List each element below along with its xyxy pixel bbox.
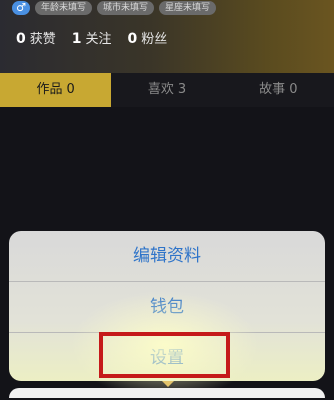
tab-works[interactable]: 作品 0 <box>0 73 112 107</box>
profile-header: ♂ 年龄未填写 城市未填写 星座未填写 0 获赞 1 关注 0 粉丝 <box>0 0 334 73</box>
stat-following-count: 1 <box>71 31 82 47</box>
profile-stats: 0 获赞 1 关注 0 粉丝 <box>16 28 167 47</box>
action-sheet: 编辑资料 钱包 设置 <box>9 231 325 381</box>
stat-followers-label: 粉丝 <box>141 32 168 47</box>
wallet-button[interactable]: 钱包 <box>9 282 325 332</box>
tab-likes-label: 喜欢 <box>147 82 174 97</box>
tab-likes[interactable]: 喜欢 3 <box>111 73 222 107</box>
tag-constellation[interactable]: 星座未填写 <box>159 1 217 15</box>
tab-works-count: 0 <box>66 82 75 97</box>
settings-button[interactable]: 设置 <box>9 333 325 381</box>
tag-age[interactable]: 年龄未填写 <box>35 1 93 15</box>
stat-likes-label: 获赞 <box>29 32 56 47</box>
tab-works-label: 作品 <box>36 82 63 97</box>
stat-followers-count: 0 <box>127 31 138 47</box>
stat-followers[interactable]: 0 粉丝 <box>128 28 168 47</box>
stat-following[interactable]: 1 关注 <box>72 28 112 47</box>
pointer-notch <box>162 381 174 387</box>
cancel-button[interactable] <box>9 388 325 398</box>
edit-profile-button[interactable]: 编辑资料 <box>9 231 325 281</box>
tab-stories-label: 故事 <box>259 82 286 97</box>
tab-stories-count: 0 <box>289 82 298 97</box>
stat-likes[interactable]: 0 获赞 <box>16 28 56 47</box>
tag-city[interactable]: 城市未填写 <box>97 1 155 15</box>
content-tabs: 作品 0 喜欢 3 故事 0 <box>0 73 334 107</box>
tab-stories[interactable]: 故事 0 <box>223 73 334 107</box>
stat-likes-count: 0 <box>16 31 26 47</box>
tab-likes-count: 3 <box>177 82 187 97</box>
stat-following-label: 关注 <box>85 32 112 47</box>
gender-male-icon: ♂ <box>12 1 30 15</box>
profile-tags: ♂ 年龄未填写 城市未填写 星座未填写 <box>12 0 217 16</box>
